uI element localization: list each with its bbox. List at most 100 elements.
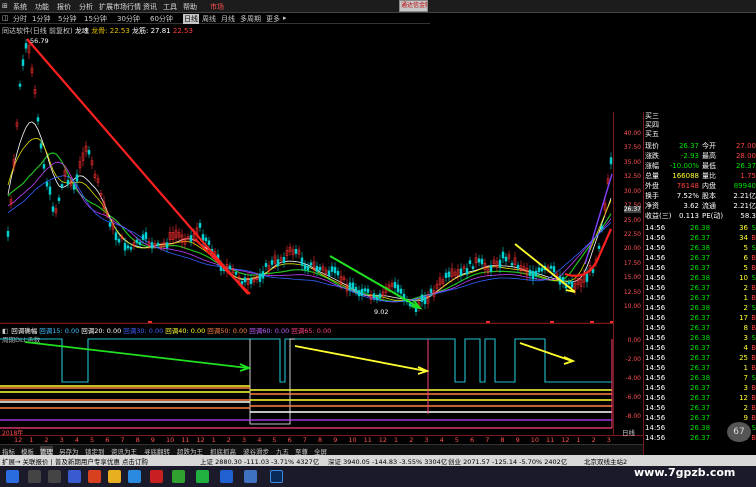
status-sz-index[interactable]: 深证 3940.05 -144.83 -3.55% 3304亿	[328, 456, 447, 466]
windows-start-icon[interactable]	[6, 470, 19, 483]
price-tick: 25.00	[623, 216, 641, 224]
date-tick: 6	[470, 436, 475, 444]
status-sh-index[interactable]: 上证 2880.30 -111.03 -3.71% 4327亿	[200, 456, 319, 466]
date-tick: 6	[105, 436, 110, 444]
app2-icon[interactable]	[244, 470, 257, 483]
menu-item-tools[interactable]: 工具	[163, 2, 177, 12]
period-5[interactable]: 60分钟	[150, 14, 173, 24]
more-arrow-icon[interactable]: ▸	[283, 14, 287, 22]
tick-price: 26.38	[690, 334, 711, 342]
photoshop-icon[interactable]	[270, 470, 283, 483]
menu-item-analysis[interactable]: 分析	[79, 2, 93, 12]
tick-row: 14:56 26.38 10 S	[644, 274, 756, 283]
task-view-icon[interactable]	[48, 470, 61, 483]
bid-level-row: 买三	[644, 112, 756, 121]
period-0[interactable]: 分时	[13, 14, 27, 24]
chart-mode-icon[interactable]: ◫	[2, 14, 9, 22]
menu-item-system[interactable]: 系统	[13, 2, 27, 12]
indicator-tick: -2.00	[625, 356, 641, 363]
candle-body	[306, 265, 310, 271]
candle-body	[501, 251, 505, 259]
ma-line-white	[7, 121, 612, 302]
candle-body	[42, 164, 46, 169]
candle-body	[228, 265, 232, 270]
high-price-label: 56.79	[30, 37, 49, 45]
dialog-title[interactable]: 通达信金融终端	[399, 0, 428, 12]
candle-body	[360, 288, 364, 296]
candle-body	[66, 179, 70, 185]
browser-icon[interactable]	[88, 470, 101, 483]
tick-volume: 12	[739, 394, 748, 402]
menu-item-news[interactable]: 资讯	[143, 2, 157, 12]
kline-chart-pane[interactable]: 同达软件(日线 前复权) 龙魂 龙骨: 22.53 龙筋: 27.81 22.5…	[0, 24, 613, 349]
status-cy-index[interactable]: 创业 2071.57 -125.14 -5.70% 2402亿	[448, 456, 567, 466]
qq-icon[interactable]	[220, 470, 233, 483]
quote-label: 收益(三)	[645, 212, 672, 220]
tick-row: 14:56 26.37 6B	[644, 254, 756, 263]
status-site[interactable]: 北京双线主站2	[584, 456, 627, 466]
wechat-icon[interactable]	[196, 470, 209, 483]
quote-label: 现价	[645, 142, 659, 150]
tick-row: 14:56 26.37 8 B	[644, 324, 756, 333]
period-3[interactable]: 15分钟	[84, 14, 107, 24]
quote-panel: 买三 买四 买五 现价 26.37 今开 27.00 涨跌 -2.93 最高 28.00 涨幅 -10.…	[643, 112, 756, 457]
candle-body	[429, 288, 433, 293]
period-10[interactable]: 更多	[266, 14, 280, 24]
tick-volume: 1	[743, 294, 748, 302]
green-app-icon[interactable]	[172, 470, 185, 483]
candle-body	[372, 293, 376, 298]
indicator-chart[interactable]	[0, 324, 613, 436]
menu-item-quote[interactable]: 报价	[57, 2, 71, 12]
menu-item-ext-market[interactable]: 扩展市场行情	[99, 2, 141, 12]
tdx-icon[interactable]	[150, 470, 163, 483]
period-6[interactable]: 日线	[183, 14, 199, 24]
date-tick: 1	[29, 436, 34, 444]
candle-body	[45, 181, 49, 187]
period-7[interactable]: 周线	[202, 14, 216, 24]
candle-body	[318, 266, 322, 271]
period-9[interactable]: 多周期	[240, 14, 261, 24]
indicator-menu-icon[interactable]: ◧	[2, 327, 10, 335]
chart-title-bar: 同达软件(日线 前复权) 龙魂 龙骨: 22.53 龙筋: 27.81 22.5…	[2, 26, 193, 36]
kline-chart[interactable]	[0, 24, 613, 349]
quote-label: 换手	[645, 192, 659, 200]
candle-body	[258, 273, 262, 282]
menu-item-help[interactable]: 帮助	[183, 2, 197, 12]
trend-arrow-green	[329, 255, 421, 309]
tick-row: 14:56 26.38 3 S	[644, 334, 756, 343]
period-4[interactable]: 30分钟	[117, 14, 140, 24]
tick-time: 14:56	[645, 254, 666, 262]
date-tick: 4	[257, 436, 262, 444]
tick-volume: 4	[743, 344, 748, 352]
indicator-value: 回调15: 0.00	[39, 327, 80, 335]
indicator-pane[interactable]: ◧ 回调确幅 回调15: 0.00 回调20: 0.00 回调30: 0.00 回调40…	[0, 323, 613, 437]
app-icon[interactable]	[128, 470, 141, 483]
indicator-name: 龙魂	[74, 27, 89, 35]
period-8[interactable]: 月线	[221, 14, 235, 24]
edge-icon[interactable]	[68, 470, 81, 483]
tick-volume: 8	[743, 324, 748, 332]
status-left[interactable]: 扩展→ 关联报价 | 普及新期用户专享优惠 点击订购	[2, 456, 148, 466]
tick-price: 26.37	[690, 284, 711, 292]
period-1[interactable]: 1分钟	[32, 14, 50, 24]
label-red-value: 22.53	[172, 27, 193, 35]
candle-body	[468, 260, 472, 264]
candle-body	[261, 271, 265, 279]
date-tick: 1	[394, 436, 399, 444]
tick-volume: 7	[743, 374, 748, 382]
candle-body	[510, 263, 514, 266]
menu-item-function[interactable]: 功能	[35, 2, 49, 12]
float-button[interactable]: 67	[727, 422, 751, 442]
tick-price: 26.37	[690, 394, 711, 402]
quote-value: 28.00	[735, 152, 756, 160]
tick-row: 14:56 26.37 2 B	[644, 284, 756, 293]
status-bar: 扩展→ 关联报价 | 普及新期用户专享优惠 点击订购 上证 2880.30 -1…	[0, 455, 756, 466]
quote-row: 涨跌 -2.93 最高 28.00	[644, 152, 756, 161]
candle-body	[87, 149, 91, 155]
search-icon[interactable]	[28, 470, 41, 483]
period-2[interactable]: 5分钟	[58, 14, 76, 24]
candle-body	[327, 270, 331, 277]
folder-icon[interactable]	[108, 470, 121, 483]
date-tick: 7	[485, 436, 490, 444]
candle-body	[444, 272, 448, 278]
